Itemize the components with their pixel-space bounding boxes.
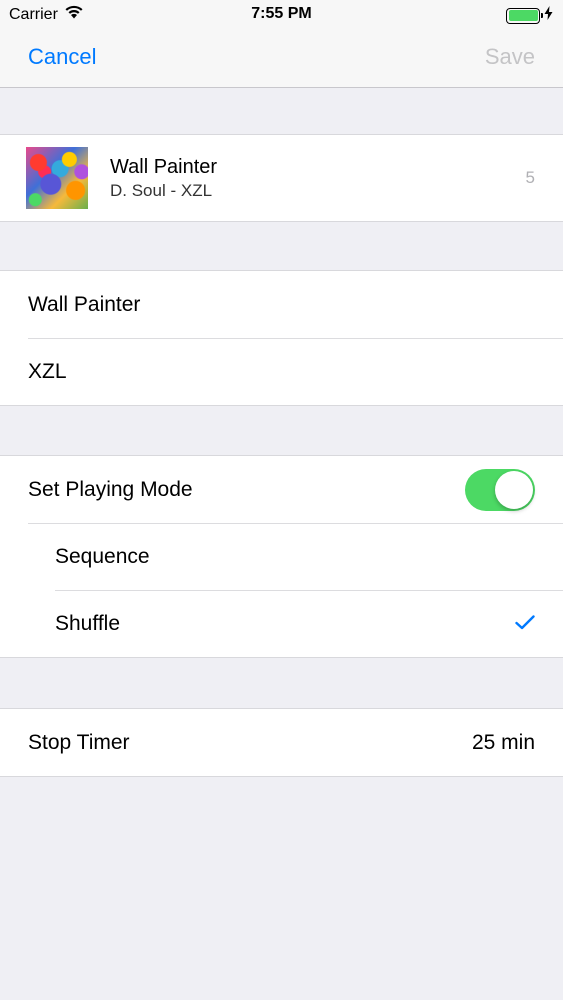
option-shuffle[interactable]: Shuffle: [0, 590, 563, 657]
song-title: Wall Painter: [110, 155, 218, 178]
playing-mode-row: Set Playing Mode: [0, 456, 563, 523]
status-bar: Carrier 7:55 PM: [0, 0, 563, 30]
checkmark-icon: [515, 612, 535, 636]
playing-mode-toggle[interactable]: [465, 468, 535, 511]
stop-timer-row[interactable]: Stop Timer 25 min: [0, 709, 563, 776]
playing-mode-section: Set Playing Mode Sequence Shuffle: [0, 455, 563, 658]
cancel-button[interactable]: Cancel: [28, 44, 96, 70]
title-field-value: Wall Painter: [28, 292, 141, 316]
timer-section: Stop Timer 25 min: [0, 708, 563, 777]
save-button[interactable]: Save: [485, 44, 535, 70]
stop-timer-label: Stop Timer: [28, 730, 130, 754]
song-row[interactable]: Wall Painter D. Soul - XZL 5: [0, 135, 563, 221]
stop-timer-value: 25 min: [471, 730, 535, 754]
artist-field-value: XZL: [28, 359, 67, 383]
artist-field[interactable]: XZL: [0, 338, 563, 405]
song-count: 5: [525, 168, 535, 187]
navigation-bar: Cancel Save: [0, 30, 563, 88]
charging-bolt-icon: [544, 6, 553, 25]
toggle-knob: [495, 470, 533, 509]
option-shuffle-label: Shuffle: [55, 611, 120, 635]
option-sequence-label: Sequence: [55, 544, 150, 568]
battery-fill: [508, 10, 538, 21]
status-right: [506, 6, 553, 25]
song-section: Wall Painter D. Soul - XZL 5: [0, 134, 563, 222]
playing-mode-label: Set Playing Mode: [28, 477, 193, 501]
battery-icon: [506, 7, 543, 24]
title-field[interactable]: Wall Painter: [0, 271, 563, 338]
song-info: Wall Painter D. Soul - XZL: [110, 156, 217, 201]
album-artwork: [26, 147, 88, 209]
song-subtitle: D. Soul - XZL: [110, 180, 213, 200]
fields-section: Wall Painter XZL: [0, 270, 563, 406]
status-time: 7:55 PM: [251, 5, 312, 22]
option-sequence[interactable]: Sequence: [0, 523, 563, 590]
